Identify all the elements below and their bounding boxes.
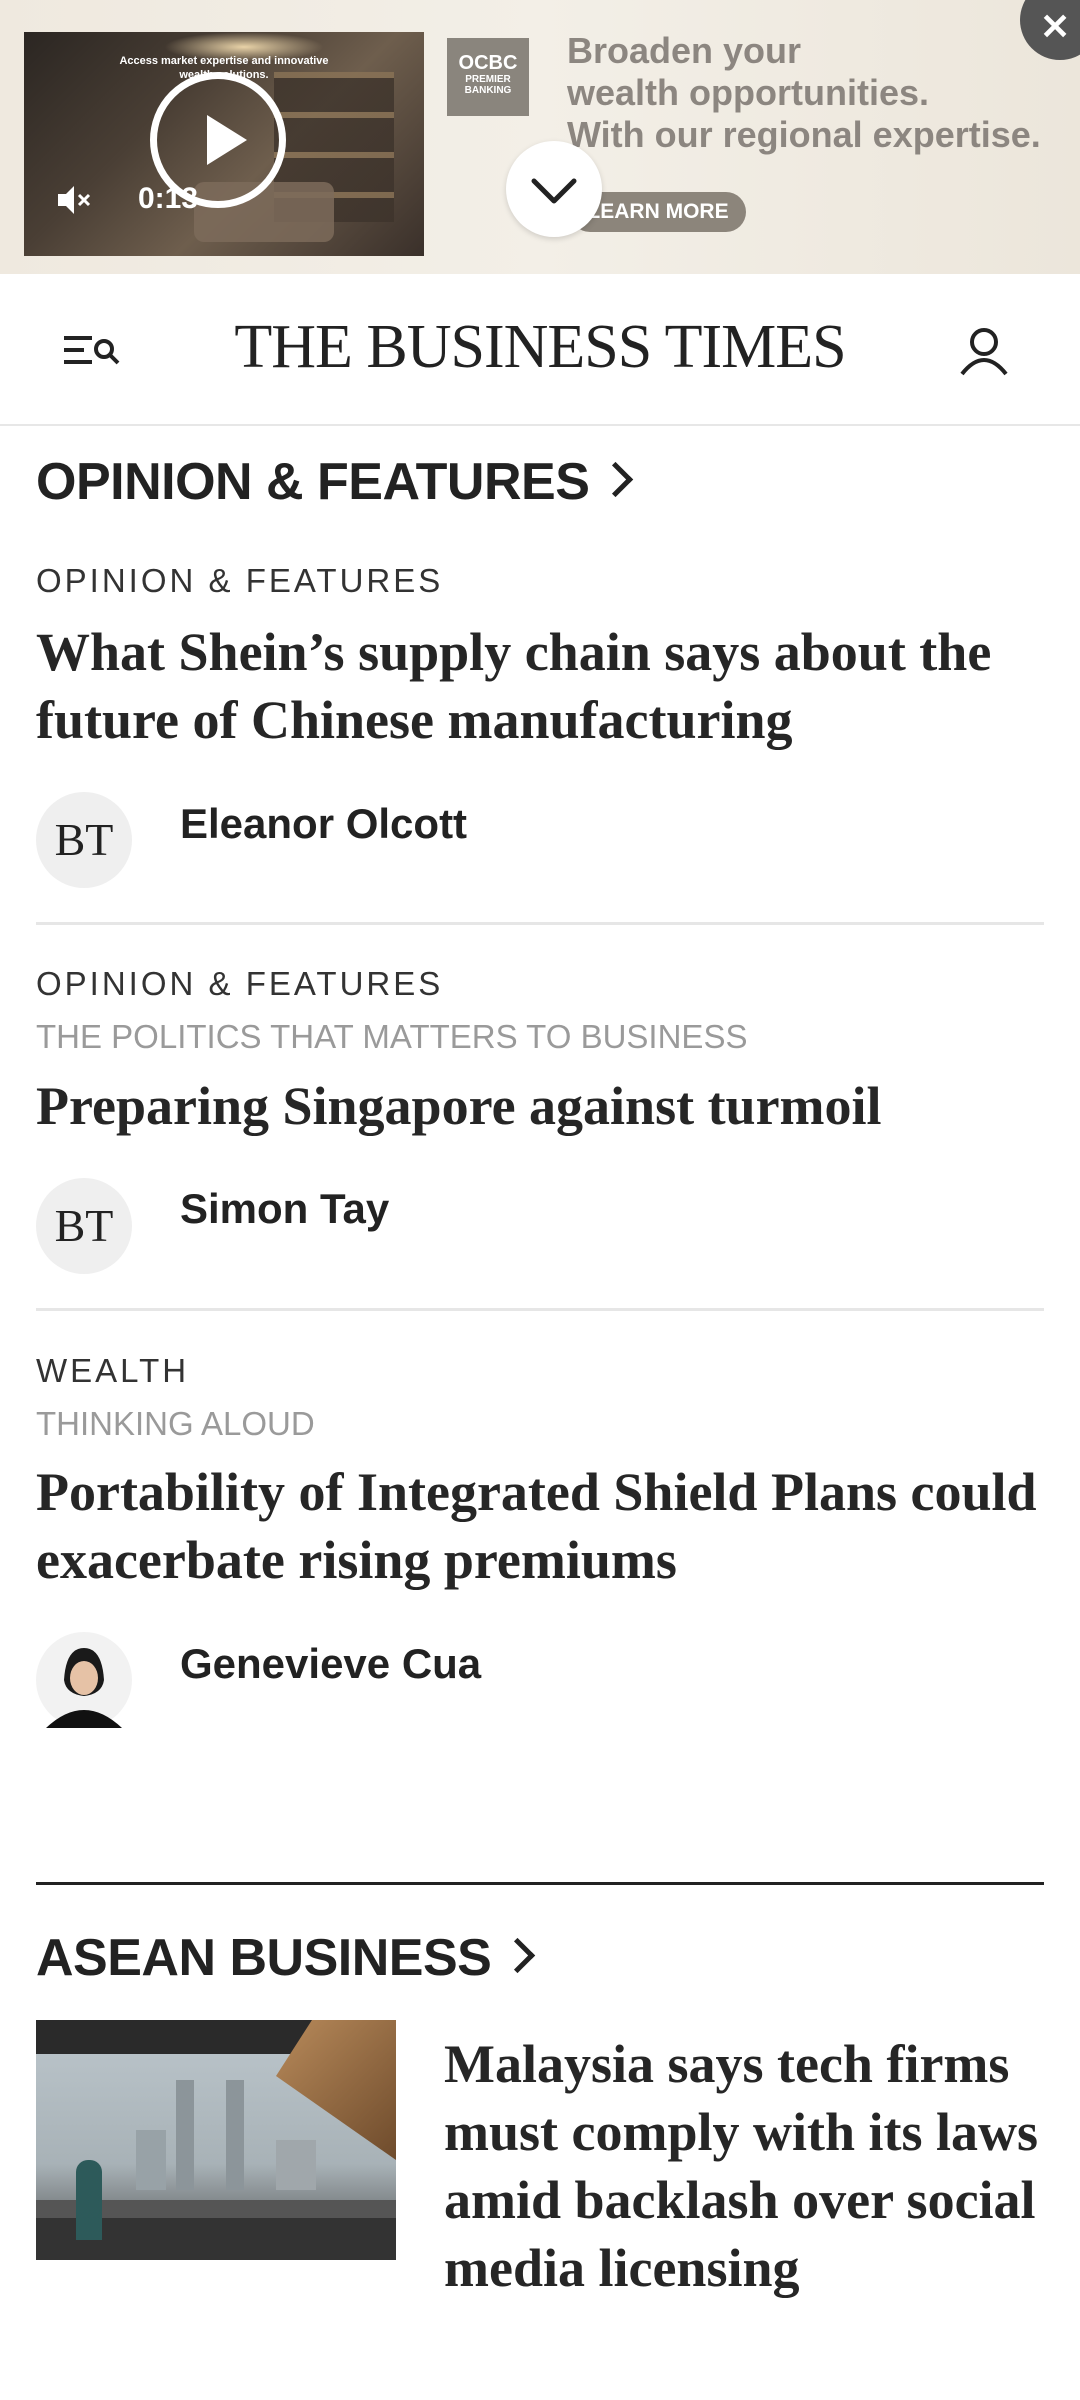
article-kicker[interactable]: WEALTH [36,1352,189,1390]
chevron-down-icon [531,178,577,204]
site-logo[interactable]: THE BUSINESS TIMES [0,312,1080,383]
article-headline[interactable]: What Shein’s supply chain says about the… [36,618,1046,754]
chevron-right-icon [598,461,634,497]
ad-banner[interactable]: Access market expertise and innovative w… [0,0,1080,274]
author-photo [36,1632,132,1728]
article-headline[interactable]: Portability of Integrated Shield Plans c… [36,1458,1046,1594]
ocbc-logo-line3: BANKING [464,85,512,96]
author-name[interactable]: Eleanor Olcott [180,800,467,848]
photo-tower [176,2080,194,2190]
article-divider [36,1308,1044,1311]
collapse-ad-button[interactable] [506,141,602,237]
article-kicker[interactable]: OPINION & FEATURES [36,562,443,600]
section-title-opinion-label: OPINION & FEATURES [36,453,590,511]
ocbc-logo: OCBC PREMIER BANKING [447,38,529,116]
ad-headline-line2: wealth opportunities. [567,72,930,113]
photo-building [276,2140,316,2190]
article-headline[interactable]: Preparing Singapore against turmoil [36,1072,1046,1140]
article-kicker[interactable]: OPINION & FEATURES [36,965,443,1003]
photo-tower [226,2080,244,2190]
author-avatar: BT [36,1178,132,1274]
article-headline[interactable]: Malaysia says tech firms must comply wit… [444,2030,1054,2302]
section-title-asean-label: ASEAN BUSINESS [36,1929,492,1987]
article-divider [36,922,1044,925]
muted-speaker-icon[interactable] [54,180,94,220]
article-subkicker[interactable]: THE POLITICS THAT MATTERS TO BUSINESS [36,1018,747,1056]
author-avatar: BT [36,792,132,888]
photo-person [76,2160,102,2240]
section-title-asean[interactable]: ASEAN BUSINESS [36,1928,536,1988]
author-name[interactable]: Genevieve Cua [180,1640,481,1688]
play-triangle [207,115,247,165]
article-thumbnail[interactable] [36,2020,396,2260]
author-name[interactable]: Simon Tay [180,1185,389,1233]
ocbc-logo-line1: OCBC [458,52,518,74]
ad-headline-line3: With our regional expertise. [567,114,1041,155]
article-subkicker[interactable]: THINKING ALOUD [36,1405,315,1443]
ocbc-logo-line2: PREMIER [465,74,511,85]
ad-headline-line1: Broaden your [567,30,802,71]
section-divider [36,1882,1044,1885]
site-header: THE BUSINESS TIMES [0,274,1080,426]
chevron-right-icon [500,1937,536,1973]
ad-video[interactable]: Access market expertise and innovative w… [24,32,424,256]
user-icon[interactable] [956,322,1012,378]
photo-building [136,2130,166,2190]
ad-headline: Broaden your wealth opportunities. With … [567,30,1067,156]
video-timer: 0:13 [138,182,199,215]
section-title-opinion[interactable]: OPINION & FEATURES [36,452,634,512]
close-icon: ✕ [1040,6,1071,47]
